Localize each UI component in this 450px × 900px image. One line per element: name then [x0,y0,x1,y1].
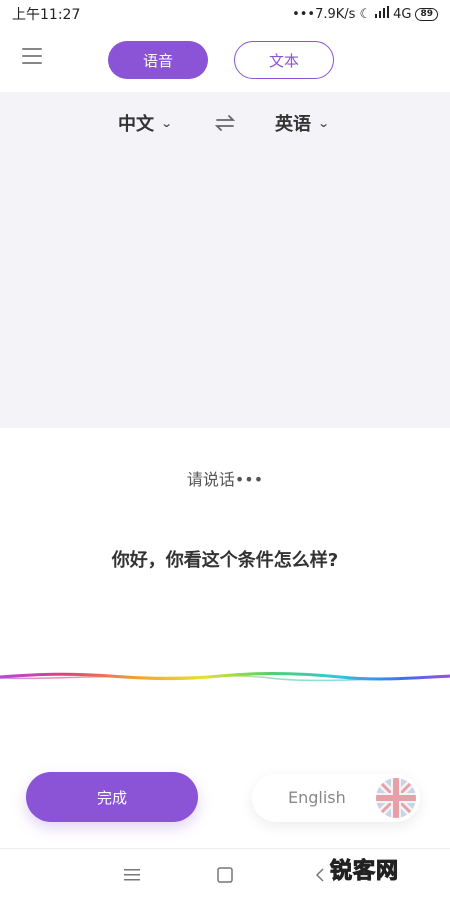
network-speed: •••7.9K/s [292,6,356,22]
back-icon[interactable] [308,863,332,887]
language-pill-label: English [288,788,346,807]
status-indicators: •••7.9K/s ☾ 4G 89 [292,6,438,22]
voice-waveform [0,671,450,682]
moon-icon: ☾ [359,6,372,22]
done-button[interactable]: 完成 [26,772,198,822]
watermark-logo: 锐客网 [329,859,400,885]
uk-flag-icon [376,778,416,818]
battery-icon: 89 [415,7,438,21]
status-bar: 上午11:27 •••7.9K/s ☾ 4G 89 [0,0,450,28]
speak-prompt: 请说话••• [186,470,264,489]
recognized-text: 你好，你看这个条件怎么样? [111,550,339,571]
tab-text[interactable]: 文本 [234,41,334,79]
chevron-down-icon: ⌄ [317,116,330,130]
source-language-select[interactable]: 中文 ⌄ [118,110,173,136]
target-language-select[interactable]: 英语 ⌄ [275,110,330,136]
signal-icon [375,6,390,22]
tab-voice[interactable]: 语音 [108,41,208,79]
language-pill[interactable]: English [252,774,420,822]
chevron-down-icon: ⌄ [160,116,173,130]
language-selector-row: 中文 ⌄ 英语 ⌄ [0,110,450,140]
network-type: 4G [393,6,412,22]
menu-icon[interactable] [22,48,42,68]
translation-panel: 中文 ⌄ 英语 ⌄ [0,92,450,428]
recent-apps-icon[interactable] [120,863,144,887]
home-icon[interactable] [213,863,237,887]
target-language-label: 英语 [275,114,311,135]
swap-languages-icon[interactable] [214,112,236,134]
source-language-label: 中文 [118,114,154,135]
status-time: 上午11:27 [12,7,81,23]
header: 语音 文本 [0,28,450,92]
